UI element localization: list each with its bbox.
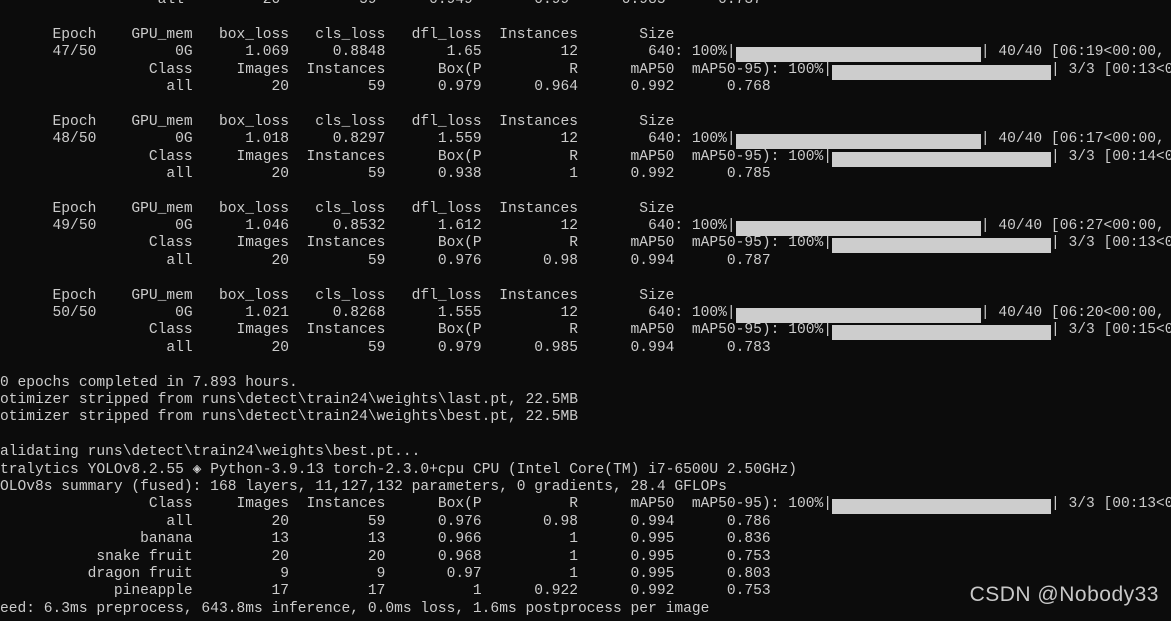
terminal-text: 0 epochs completed in 7.893 hours.: [0, 374, 298, 391]
progress-bar-fill: [831, 499, 1051, 515]
terminal-text: pineapple 17 17 1 0.922 0.992 0.753: [0, 583, 771, 600]
terminal-line: all 20 59 0.976 0.98 0.994 0.787: [0, 253, 1171, 270]
terminal-text: Epoch GPU_mem box_loss cls_loss dfl_loss…: [0, 287, 675, 304]
terminal-line: Class Images Instances Box(P R mAP50 mAP…: [0, 496, 1171, 515]
terminal-line: snake fruit 20 20 0.968 1 0.995 0.753: [0, 549, 1171, 566]
terminal-text: Class Images Instances Box(P R mAP50 mAP…: [0, 61, 832, 78]
terminal-text: 48/50 0G 1.018 0.8297 1.559 12 640: 100%…: [0, 131, 736, 148]
progress-bar-fill: [735, 47, 981, 63]
terminal-text: | 3/3 [00:15<00:00, 5.20s/it]: [1050, 322, 1171, 339]
terminal-text: alidating runs\detect\train24\weights\be…: [0, 444, 421, 461]
terminal-text: 50/50 0G 1.021 0.8268 1.555 12 640: 100%…: [0, 305, 736, 322]
terminal-text: OLOv8s summary (fused): 168 layers, 11,1…: [0, 478, 727, 495]
terminal-text: Epoch GPU_mem box_loss cls_loss dfl_loss…: [0, 200, 675, 217]
terminal-text: otimizer stripped from runs\detect\train…: [0, 391, 579, 408]
terminal-line: 0 epochs completed in 7.893 hours.: [0, 375, 1171, 392]
terminal-text: 47/50 0G 1.069 0.8848 1.65 12 640: 100%|: [0, 44, 736, 61]
terminal-text: Epoch GPU_mem box_loss cls_loss dfl_loss…: [0, 113, 675, 130]
progress-bar-fill: [831, 238, 1051, 254]
terminal-text: Class Images Instances Box(P R mAP50 mAP…: [0, 148, 832, 165]
terminal-text: Class Images Instances Box(P R mAP50 mAP…: [0, 235, 832, 252]
terminal-text: snake fruit 20 20 0.968 1 0.995 0.753: [0, 548, 771, 565]
terminal-line: alidating runs\detect\train24\weights\be…: [0, 444, 1171, 461]
progress-bar-fill: [831, 64, 1051, 80]
terminal-text: all 20 59 0.976 0.98 0.994 0.787: [0, 252, 771, 269]
terminal-line: otimizer stripped from runs\detect\train…: [0, 409, 1171, 426]
terminal-text: dragon fruit 9 9 0.97 1 0.995 0.803: [0, 565, 771, 582]
terminal-text: Class Images Instances Box(P R mAP50 mAP…: [0, 322, 832, 339]
terminal-line: 47/50 0G 1.069 0.8848 1.65 12 640: 100%|…: [0, 44, 1171, 63]
terminal-text: Epoch GPU_mem box_loss cls_loss dfl_loss…: [0, 26, 675, 43]
terminal-text: | 3/3 [00:13<00:00, 4.38s/it]: [1050, 61, 1171, 78]
terminal-line: OLOv8s summary (fused): 168 layers, 11,1…: [0, 479, 1171, 496]
progress-bar-fill: [831, 151, 1051, 167]
terminal-text: | 3/3 [00:14<00:00, 4.68s/it]: [1050, 148, 1171, 165]
progress-bar-fill: [735, 221, 981, 237]
terminal-line: tralytics YOLOv8.2.55 ◈ Python-3.9.13 to…: [0, 462, 1171, 479]
terminal-text: | 40/40 [06:17<00:00, 9.45s/it]: [980, 131, 1165, 148]
terminal-line: Epoch GPU_mem box_loss cls_loss dfl_loss…: [0, 27, 1171, 44]
terminal-line: all 20 59 0.979 0.964 0.992 0.768: [0, 79, 1171, 96]
progress-bar-fill: [735, 308, 981, 324]
terminal-line: Class Images Instances Box(P R mAP50 mAP…: [0, 61, 1171, 80]
terminal-line: dragon fruit 9 9 0.97 1 0.995 0.803: [0, 566, 1171, 583]
terminal-text: all 20 59 0.979 0.985 0.994 0.783: [0, 339, 771, 356]
terminal-text: | 3/3 [00:13<00:00, 4.65s/it]: [1050, 235, 1171, 252]
terminal-text: | 40/40 [06:20<00:00, 9.51s/it]: [980, 305, 1165, 322]
terminal-text: all 20 59 0.938 1 0.992 0.785: [0, 165, 771, 182]
terminal-line: banana 13 13 0.966 1 0.995 0.836: [0, 531, 1171, 548]
terminal-text: | 40/40 [06:27<00:00, 9.70s/it]: [980, 218, 1165, 235]
terminal-line: 50/50 0G 1.021 0.8268 1.555 12 640: 100%…: [0, 305, 1171, 324]
terminal-line: pineapple 17 17 1 0.922 0.992 0.753: [0, 583, 1171, 600]
terminal-text: Class Images Instances Box(P R mAP50 mAP…: [0, 496, 832, 513]
terminal-line: all 20 59 0.979 0.985 0.994 0.783: [0, 340, 1171, 357]
terminal-text: all 20 59 0.979 0.964 0.992 0.768: [0, 78, 771, 95]
terminal-line: Epoch GPU_mem box_loss cls_loss dfl_loss…: [0, 288, 1171, 305]
terminal-line: otimizer stripped from runs\detect\train…: [0, 392, 1171, 409]
terminal-line: Class Images Instances Box(P R mAP50 mAP…: [0, 235, 1171, 254]
terminal-line: all 20 59 0.976 0.98 0.994 0.786: [0, 514, 1171, 531]
terminal-text: eed: 6.3ms preprocess, 643.8ms inference…: [0, 600, 710, 617]
progress-bar-fill: [831, 325, 1051, 341]
terminal-line: 49/50 0G 1.046 0.8532 1.612 12 640: 100%…: [0, 218, 1171, 237]
terminal-text: 49/50 0G 1.046 0.8532 1.612 12 640: 100%…: [0, 218, 736, 235]
terminal-text: all 20 59 0.949 0.99 0.985 0.737: [0, 0, 762, 8]
terminal-line: Epoch GPU_mem box_loss cls_loss dfl_loss…: [0, 114, 1171, 131]
terminal-line: Class Images Instances Box(P R mAP50 mAP…: [0, 148, 1171, 167]
terminal-line: 48/50 0G 1.018 0.8297 1.559 12 640: 100%…: [0, 131, 1171, 150]
terminal-text: banana 13 13 0.966 1 0.995 0.836: [0, 531, 771, 548]
terminal-line: all 20 59 0.949 0.99 0.985 0.737: [0, 0, 1171, 9]
progress-bar-fill: [735, 134, 981, 150]
terminal-text: tralytics YOLOv8.2.55 ◈ Python-3.9.13 to…: [0, 461, 797, 478]
terminal-text: otimizer stripped from runs\detect\train…: [0, 409, 579, 426]
terminal-text: all 20 59 0.976 0.98 0.994 0.786: [0, 513, 771, 530]
terminal-line: all 20 59 0.938 1 0.992 0.785: [0, 166, 1171, 183]
terminal-window[interactable]: all 20 59 0.949 0.99 0.985 0.737 Epoch G…: [0, 0, 1171, 621]
terminal-screen-buffer[interactable]: all 20 59 0.949 0.99 0.985 0.737 Epoch G…: [0, 0, 1171, 618]
terminal-text: | 3/3 [00:13<00:00, 4.47s/it]: [1050, 496, 1171, 513]
terminal-line: Class Images Instances Box(P R mAP50 mAP…: [0, 322, 1171, 341]
terminal-text: | 40/40 [06:19<00:00, 9.48s/it]: [980, 44, 1165, 61]
terminal-line: eed: 6.3ms preprocess, 643.8ms inference…: [0, 601, 1171, 618]
terminal-line: Epoch GPU_mem box_loss cls_loss dfl_loss…: [0, 201, 1171, 218]
